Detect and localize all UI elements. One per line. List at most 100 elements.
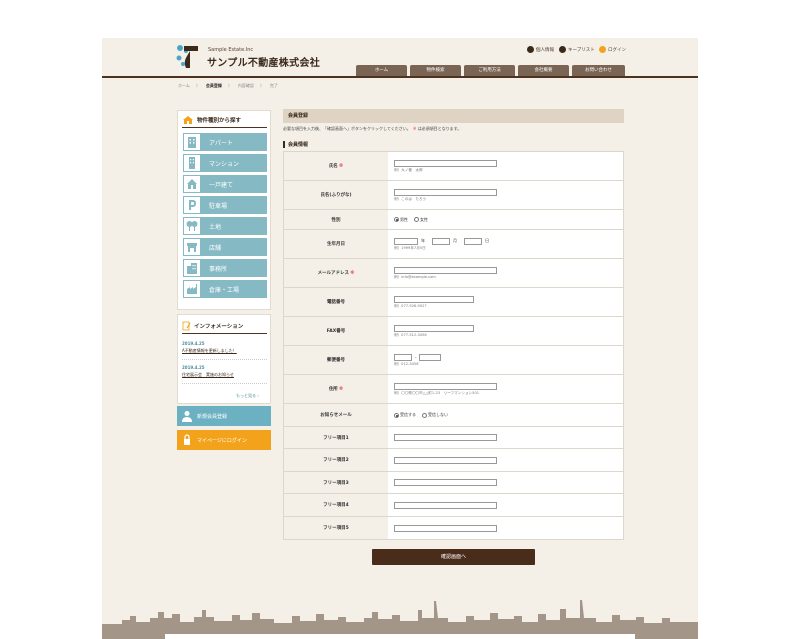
logo-icon[interactable] — [174, 44, 202, 70]
gender-female-radio[interactable]: 女性 — [414, 217, 428, 223]
breadcrumb-home[interactable]: ホーム — [178, 83, 190, 89]
more-link[interactable]: もっと見る › — [236, 393, 259, 399]
fax-input[interactable] — [394, 324, 474, 332]
field-label: フリー項目3 — [284, 472, 388, 493]
birth-day-input[interactable] — [464, 237, 482, 245]
sidebar-item-house[interactable]: 一戸建て — [183, 175, 267, 193]
name-label: 氏名 — [328, 164, 338, 169]
free3-input[interactable] — [394, 479, 497, 486]
sidebar-item-shop[interactable]: 店舗 — [183, 238, 267, 256]
required-note: は必須項目となります。 — [417, 126, 462, 131]
news-link[interactable]: 住宅展示会 実施のお知らせ — [182, 372, 234, 378]
gender-label: 性別 — [331, 217, 341, 223]
apartment-icon — [188, 137, 196, 148]
sidebar-item-land[interactable]: 土地 — [183, 217, 267, 235]
news-date: 2019.4.25 — [182, 341, 205, 346]
required-mark: ※ — [338, 163, 344, 169]
info-divider — [182, 333, 267, 334]
field-label: 郵便番号 — [284, 346, 388, 374]
gender-female-label: 女性 — [420, 216, 428, 222]
field-value: 男性 女性 — [388, 210, 623, 229]
free4-label: フリー項目4 — [323, 503, 349, 508]
category-divider — [182, 127, 267, 128]
birthdate-label: 生年月日 — [327, 242, 345, 247]
lock-icon — [184, 434, 190, 445]
free4-input[interactable] — [394, 501, 497, 509]
category-title-text: 物件種別から探す — [197, 118, 242, 124]
lock-icon — [599, 46, 606, 53]
field-label: 氏名(ふりがな) — [284, 181, 388, 209]
free2-input[interactable] — [394, 456, 497, 464]
row-free1: フリー項目1 — [284, 427, 623, 449]
sidebar-item-office[interactable]: 事務所 — [183, 259, 267, 277]
star-icon — [559, 46, 566, 53]
newsletter-no-label: 受信しない — [428, 412, 448, 417]
radio-checked-icon — [394, 217, 399, 222]
birth-month-input[interactable] — [432, 237, 450, 245]
field-label: フリー項目1 — [284, 427, 388, 448]
address-input[interactable] — [394, 382, 497, 390]
warehouse-icon-box — [183, 280, 201, 298]
page: Sample Estate.Inc サンプル不動産株式会社 個人情報 キープリス… — [102, 38, 698, 639]
breadcrumb-separator: 〉 — [227, 83, 232, 88]
field-value: - 例）012-3456 — [388, 346, 623, 374]
parking-icon-box — [183, 196, 201, 214]
field-label: 氏名 ※ — [284, 152, 388, 180]
shop-icon — [187, 243, 197, 252]
confirm-button[interactable]: 確認画面へ — [372, 549, 535, 565]
sidebar-item-apartment[interactable]: アパート — [183, 133, 267, 151]
field-label: 住所 ※ — [284, 375, 388, 403]
news-link[interactable]: A不動産情報を更新しました！ — [182, 348, 237, 354]
newsletter-yes-radio[interactable]: 受信する — [394, 412, 416, 418]
free1-input[interactable] — [394, 434, 497, 441]
sidebar-item-label: アパート — [209, 139, 233, 147]
zip-first-input[interactable] — [394, 353, 412, 361]
row-fax: FAX番号 例）077-512-3456 — [284, 317, 623, 346]
news-date: 2019.4.25 — [182, 365, 205, 370]
sidebar-item-label: 事務所 — [209, 265, 228, 273]
newsletter-no-radio[interactable]: 受信しない — [422, 412, 448, 418]
tel-input[interactable] — [394, 295, 474, 303]
zip-example: 例）012-3456 — [394, 361, 419, 366]
row-gender: 性別 男性 女性 — [284, 210, 623, 230]
tel-example: 例）077-526-9027 — [394, 303, 427, 308]
birth-year-input[interactable] — [394, 237, 418, 245]
sidebar-item-mansion[interactable]: マンション — [183, 154, 267, 172]
register-button[interactable]: 新規会員登録 — [177, 406, 271, 426]
breadcrumb-separator: 〉 — [259, 83, 264, 88]
field-value — [388, 494, 623, 516]
privacy-link[interactable]: 個人情報 — [527, 46, 554, 53]
required-mark: ※ — [350, 270, 355, 276]
row-email: メールアドレス ※ 例）info@example.com — [284, 259, 623, 288]
mansion-icon-box — [183, 154, 201, 172]
brand-name[interactable]: サンプル不動産株式会社 — [207, 54, 320, 69]
row-address: 住所 ※ 例）〇〇県〇〇市△△町1-23 リーフマンション501 — [284, 375, 623, 404]
radio-checked-icon — [394, 412, 399, 418]
mypage-login-button[interactable]: マイページにログイン — [177, 430, 271, 450]
city-skyline-image — [102, 600, 698, 628]
zip-second-input[interactable] — [419, 353, 442, 361]
free5-input[interactable] — [394, 524, 497, 532]
apartment-icon-box — [183, 133, 201, 151]
kana-input[interactable] — [394, 188, 497, 196]
login-link[interactable]: ログイン — [599, 46, 626, 53]
sidebar-item-warehouse[interactable]: 倉庫・工場 — [183, 280, 267, 298]
day-unit: 日 — [485, 238, 489, 243]
factory-icon — [187, 284, 197, 294]
field-label: メールアドレス ※ — [284, 259, 388, 287]
name-input[interactable] — [394, 159, 497, 167]
name-example: 例）大ノ菅 太郎 — [394, 167, 423, 172]
page-title: 会員登録 — [283, 109, 624, 123]
email-input[interactable] — [394, 266, 497, 274]
free1-label: フリー項目1 — [323, 435, 349, 441]
free2-label: フリー項目2 — [323, 458, 349, 463]
breadcrumb-confirm: 内容確認 — [237, 83, 254, 88]
breadcrumb: ホーム〉 会員登録〉 内容確認〉 完了 — [178, 83, 278, 89]
keep-list-link[interactable]: キープリスト — [559, 46, 595, 53]
sidebar-item-parking[interactable]: 駐車場 — [183, 196, 267, 214]
row-newsletter: お知らせメール 受信する 受信しない — [284, 404, 623, 427]
radio-unchecked-icon — [422, 412, 427, 418]
gender-male-radio[interactable]: 男性 — [394, 217, 408, 223]
row-free5: フリー項目5 — [284, 517, 623, 539]
info-title-text: インフォメーション — [194, 324, 244, 330]
